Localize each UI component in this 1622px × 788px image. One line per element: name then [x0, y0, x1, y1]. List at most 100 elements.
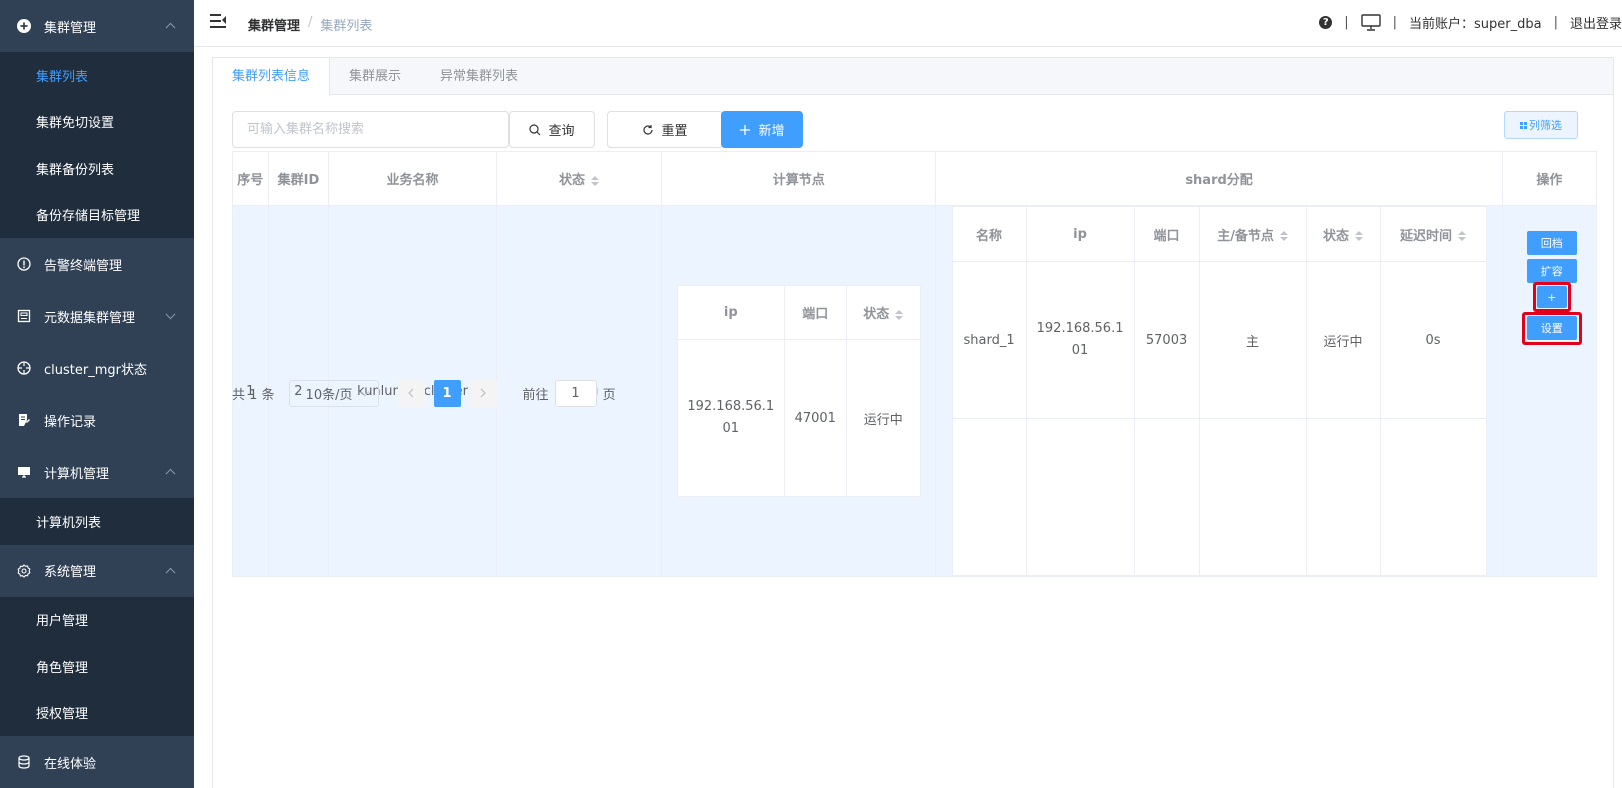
- goto-page-input[interactable]: [554, 379, 597, 407]
- divider: |: [1553, 15, 1558, 30]
- sidebar-group-cluster-management[interactable]: 集群管理: [0, 0, 194, 52]
- sidebar-item-computer-list[interactable]: 计算机列表: [0, 498, 194, 545]
- goto-suffix: 页: [602, 387, 616, 403]
- divider: |: [1392, 15, 1398, 30]
- page-size-select[interactable]: 10条/页: [288, 379, 379, 407]
- table-header-row: 序号 集群ID 业务名称 状态 计算节点 shard分配 操作: [232, 151, 1598, 206]
- tab-abnormal-cluster-list[interactable]: 异常集群列表: [421, 58, 538, 95]
- page-number-current[interactable]: 1: [433, 379, 461, 407]
- info-circle-icon: [16, 256, 32, 272]
- page-size-value: 10条/页: [305, 387, 353, 403]
- shard-table: 名称 ip 端口 主/备节点 状态 延迟时间 shard_1 192.168.5: [951, 206, 1487, 576]
- reset-button[interactable]: 重置: [607, 111, 723, 148]
- column-filter-button[interactable]: 列筛选: [1504, 111, 1578, 139]
- sidebar-group-metadata-cluster[interactable]: 元数据集群管理: [0, 290, 194, 342]
- next-page-button[interactable]: [469, 379, 497, 407]
- reset-label: 重置: [661, 124, 688, 139]
- plus-circle-icon: [16, 18, 32, 34]
- current-account: 当前账户：super_dba: [1409, 17, 1542, 32]
- sidebar-item-user-management[interactable]: 用户管理: [0, 597, 194, 644]
- breadcrumb: 集群管理 / 集群列表: [248, 15, 372, 34]
- sidebar-group-online-trial[interactable]: 在线体验: [0, 736, 194, 788]
- sidebar-item-backup-storage-target[interactable]: 备份存储目标管理: [0, 192, 194, 239]
- search-input[interactable]: [232, 111, 509, 148]
- shard-col-status[interactable]: 状态: [1305, 206, 1381, 262]
- cluster-table: 序号 集群ID 业务名称 状态 计算节点 shard分配 操作 1 2 kunl…: [232, 151, 1598, 577]
- col-header-shard: shard分配: [935, 151, 1503, 206]
- refresh-icon: [642, 124, 654, 136]
- sort-caret-icon[interactable]: [590, 175, 599, 186]
- sidebar-group-label: 集群管理: [44, 20, 97, 36]
- gear-icon: [16, 563, 32, 579]
- shard-col-port: 端口: [1133, 206, 1200, 262]
- col-header-actions: 操作: [1501, 151, 1598, 206]
- sidebar-group-label: 告警终端管理: [44, 258, 123, 274]
- plus-icon: [739, 124, 751, 136]
- add-button[interactable]: 新增: [721, 111, 803, 148]
- tab-cluster-display[interactable]: 集群展示: [330, 58, 421, 95]
- sidebar-item-cluster-failover-settings[interactable]: 集群免切设置: [0, 99, 194, 146]
- chevron-up-icon: [165, 468, 176, 479]
- compute-port: 47001: [783, 339, 847, 497]
- sidebar-group-label: 计算机管理: [44, 466, 110, 482]
- sidebar-item-authorization-management[interactable]: 授权管理: [0, 690, 194, 737]
- divider: |: [1344, 15, 1349, 30]
- col-header-status-label: 状态: [558, 173, 585, 188]
- shard-role: 主: [1198, 261, 1307, 419]
- compute-status: 运行中: [845, 339, 921, 497]
- shard-row: shard_1 192.168.56.101 57003 主 运行中 0s: [951, 261, 1487, 419]
- top-header: 集群管理 / 集群列表 ? | | 当前账户：super_dba | 退出登录: [194, 0, 1622, 47]
- compute-header-row: ip 端口 状态: [676, 285, 921, 340]
- query-label: 查询: [548, 124, 575, 139]
- cell-shard: 名称 ip 端口 主/备节点 状态 延迟时间 shard_1 192.168.5: [935, 205, 1503, 577]
- breadcrumb-item[interactable]: 集群管理: [248, 15, 300, 34]
- main-panel: 集群列表信息 集群展示 异常集群列表 查询 重置: [212, 57, 1614, 788]
- rollback-button[interactable]: 回档: [1526, 231, 1577, 255]
- sidebar-item-cluster-list[interactable]: 集群列表: [0, 52, 194, 99]
- shard-ip: 192.168.56.101: [1025, 261, 1135, 419]
- sort-caret-icon[interactable]: [1458, 231, 1467, 241]
- breadcrumb-separator: /: [308, 15, 313, 30]
- submenu-computer: 计算机列表: [0, 498, 194, 545]
- tab-bar: 集群列表信息 集群展示 异常集群列表: [212, 58, 1613, 96]
- logout-link[interactable]: 退出登录: [1570, 13, 1622, 32]
- compute-col-ip: ip: [676, 285, 785, 340]
- col-header-business-name: 业务名称: [328, 151, 497, 206]
- header-right: ? | | 当前账户：super_dba | 退出登录: [1319, 13, 1622, 32]
- monitor-icon: [16, 464, 32, 480]
- col-header-cluster-id: 集群ID: [267, 151, 330, 206]
- total-count: 共 1 条: [232, 387, 275, 403]
- col-header-status[interactable]: 状态: [495, 151, 663, 206]
- shard-port: 57003: [1133, 261, 1200, 419]
- scale-out-button[interactable]: 扩容: [1526, 259, 1577, 283]
- goto-prefix: 前往: [522, 387, 549, 403]
- help-icon[interactable]: ?: [1319, 16, 1333, 29]
- hamburger-menu-icon[interactable]: [210, 14, 226, 28]
- shard-col-delay[interactable]: 延迟时间: [1379, 206, 1487, 262]
- sort-caret-icon[interactable]: [1355, 231, 1364, 241]
- compute-col-port: 端口: [783, 285, 847, 340]
- sidebar-item-cluster-backup-list[interactable]: 集群备份列表: [0, 145, 194, 192]
- tab-cluster-list-info[interactable]: 集群列表信息: [212, 58, 331, 96]
- add-label: 新增: [758, 124, 785, 139]
- shard-col-name: 名称: [951, 206, 1027, 262]
- sidebar-group-operation-log[interactable]: 操作记录: [0, 394, 194, 446]
- column-filter-label: 列筛选: [1529, 119, 1562, 132]
- sidebar-group-system-management[interactable]: 系统管理: [0, 544, 194, 597]
- sidebar: 集群管理 集群列表 集群免切设置 集群备份列表 备份存储目标管理 告警终端管理 …: [0, 0, 194, 788]
- shard-col-role[interactable]: 主/备节点: [1198, 206, 1307, 262]
- prev-page-button[interactable]: [397, 379, 425, 407]
- monitor-icon[interactable]: [1360, 14, 1381, 31]
- sort-caret-icon[interactable]: [895, 309, 904, 320]
- sidebar-group-computer-management[interactable]: 计算机管理: [0, 446, 194, 498]
- shard-name: shard_1: [951, 261, 1027, 419]
- shard-col-delay-label: 延迟时间: [1400, 228, 1453, 244]
- sort-caret-icon[interactable]: [1279, 231, 1288, 241]
- shard-delay: 0s: [1379, 261, 1487, 419]
- sidebar-item-role-management[interactable]: 角色管理: [0, 643, 194, 690]
- sidebar-group-alarm-terminal[interactable]: 告警终端管理: [0, 238, 194, 290]
- compute-col-status[interactable]: 状态: [845, 285, 921, 340]
- compute-ip: 192.168.56.101: [676, 339, 785, 497]
- query-button[interactable]: 查询: [509, 111, 595, 148]
- sidebar-group-cluster-mgr-status[interactable]: cluster_mgr状态: [0, 342, 194, 394]
